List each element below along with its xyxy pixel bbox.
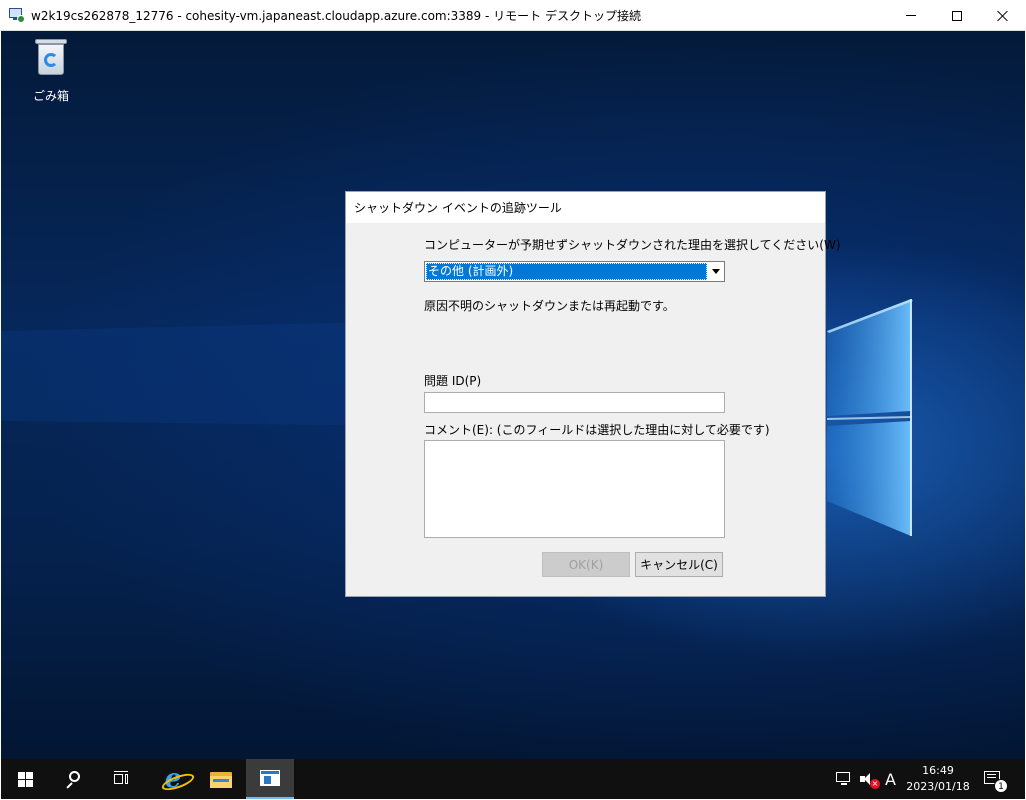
tray-ime[interactable]: A [885, 759, 896, 799]
tray-network[interactable] [836, 759, 852, 799]
taskbar: e × A 16:49 2023/01/18 1 [1, 759, 1025, 799]
task-view-button[interactable] [97, 759, 145, 799]
reason-selected-value: その他 (計画外) [426, 263, 707, 280]
task-view-icon [112, 771, 130, 787]
remote-desktop-icon [9, 7, 25, 23]
notification-icon: 1 [984, 771, 1008, 793]
clock-date: 2023/01/18 [906, 780, 970, 793]
ok-button[interactable]: OK(K) [542, 552, 630, 577]
minimize-icon [906, 15, 916, 16]
reason-description: 原因不明のシャットダウンまたは再起動です。 [424, 299, 675, 313]
search-button[interactable] [49, 759, 97, 799]
clock-time: 16:49 [922, 764, 954, 777]
problem-id-label: 問題 ID(P) [424, 374, 482, 388]
comment-label: コメント(E): (このフィールドは選択した理由に対して必要です) [424, 423, 770, 437]
dropdown-button[interactable] [708, 263, 723, 280]
close-button[interactable] [980, 0, 1026, 31]
notification-count: 1 [994, 779, 1008, 793]
comment-textarea[interactable] [424, 440, 725, 538]
volume-muted-icon: × [860, 772, 880, 789]
tray-clock[interactable]: 16:49 2023/01/18 [906, 759, 970, 799]
rdp-window-title: w2k19cs262878_12776 - cohesity-vm.japane… [31, 8, 641, 23]
action-center-button[interactable]: 1 [984, 759, 1008, 799]
windows-logo-icon [17, 771, 33, 787]
network-icon [836, 772, 852, 786]
recycle-bin-label: ごみ箱 [32, 89, 69, 103]
rdp-window-titlebar[interactable]: w2k19cs262878_12776 - cohesity-vm.japane… [0, 0, 1026, 31]
internet-explorer-icon: e [164, 764, 182, 794]
taskbar-shutdown-event-tracker[interactable] [246, 759, 294, 799]
recycle-bin-icon [35, 37, 67, 77]
reason-label: コンピューターが予期せずシャットダウンされた理由を選択してください(W) [424, 238, 841, 252]
problem-id-input[interactable] [424, 392, 725, 413]
search-icon [65, 771, 81, 789]
file-explorer-icon [210, 770, 232, 788]
desktop-icon-recycle-bin[interactable]: ごみ箱 [21, 37, 81, 104]
taskbar-internet-explorer[interactable]: e [149, 759, 197, 799]
dialog-title: シャットダウン イベントの追跡ツール [354, 201, 562, 215]
ime-indicator: A [885, 769, 896, 789]
chevron-down-icon [711, 269, 720, 274]
close-icon [997, 10, 1009, 22]
reason-select[interactable]: その他 (計画外) [424, 261, 725, 282]
taskbar-file-explorer[interactable] [197, 759, 245, 799]
tray-volume[interactable]: × [860, 759, 880, 799]
dialog-titlebar[interactable]: シャットダウン イベントの追跡ツール [346, 192, 825, 223]
maximize-button[interactable] [934, 0, 980, 31]
minimize-button[interactable] [888, 0, 934, 31]
dialog-window-icon [260, 770, 280, 786]
shutdown-event-tracker-dialog: シャットダウン イベントの追跡ツール コンピューターが予期せずシャットダウンされ… [345, 191, 841, 597]
maximize-icon [952, 10, 962, 21]
cancel-button[interactable]: キャンセル(C) [635, 552, 723, 577]
start-button[interactable] [1, 759, 49, 799]
